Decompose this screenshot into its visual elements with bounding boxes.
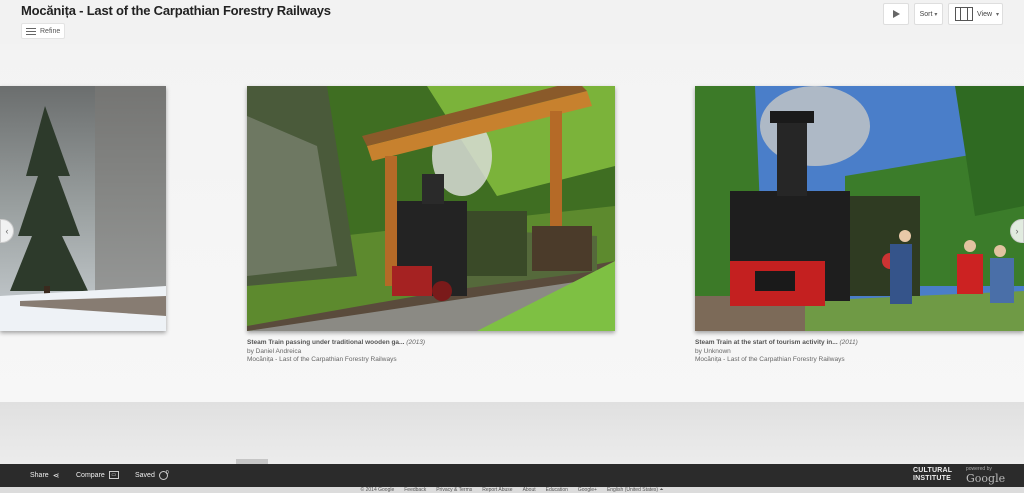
view-button[interactable]: View ▾: [948, 3, 1003, 25]
caption-title-line: Steam Train passing under traditional wo…: [247, 339, 425, 348]
artwork-collection[interactable]: Mocănița - Last of the Carpathian Forest…: [247, 356, 425, 365]
play-button[interactable]: [883, 3, 909, 25]
footer-link-about[interactable]: About: [523, 487, 536, 493]
artwork-year: (2013): [406, 339, 426, 346]
share-label: Share: [30, 472, 49, 479]
saved-count: 0: [165, 469, 169, 476]
logo-line2: INSTITUTE: [913, 475, 951, 482]
artwork-image-steam-train-tourists[interactable]: [695, 86, 1024, 331]
artwork-byline: by Daniel Andreica: [247, 347, 302, 355]
share-button[interactable]: Share ⋖: [30, 471, 59, 480]
saved-label: Saved: [135, 472, 155, 479]
timeline-area: [0, 402, 1024, 464]
sort-button[interactable]: Sort ▾: [914, 3, 943, 25]
cultural-institute-logo[interactable]: CULTURAL INSTITUTE: [913, 467, 952, 483]
footer-link-privacy[interactable]: Privacy & Terms: [436, 487, 472, 493]
compare-icon: ▭: [108, 471, 119, 479]
artwork-caption: Steam Train passing under traditional wo…: [247, 339, 425, 365]
artwork-image-steam-train-gate[interactable]: [247, 86, 615, 331]
header: Mocănița - Last of the Carpathian Forest…: [0, 0, 1024, 44]
page-title: Mocănița - Last of the Carpathian Forest…: [21, 3, 331, 18]
footer-language-select[interactable]: English (United States) ⏶: [607, 487, 664, 493]
compare-button[interactable]: Compare ▭: [76, 471, 119, 479]
refine-button[interactable]: Refine: [21, 23, 65, 39]
footer-copyright: © 2014 Google: [360, 487, 395, 493]
artwork-title[interactable]: Steam Train passing under traditional wo…: [247, 339, 404, 346]
artwork-caption: Steam Train at the start of tourism acti…: [695, 339, 858, 365]
artwork-year: (2011): [839, 339, 858, 346]
chevron-down-icon: ▾: [996, 11, 1000, 18]
refine-label: Refine: [40, 27, 61, 35]
view-mode-icon: [954, 7, 973, 21]
footer-link-feedback[interactable]: Feedback: [404, 487, 426, 493]
compare-label: Compare: [76, 471, 105, 479]
artwork-collection[interactable]: Mocănița - Last of the Carpathian Forest…: [695, 356, 858, 365]
sort-label: Sort: [919, 10, 933, 18]
view-label: View: [976, 10, 993, 18]
bottom-toolbar: Share ⋖ Compare ▭ Saved 0 CULTURAL INSTI…: [0, 464, 1024, 487]
share-icon: ⋖: [52, 471, 60, 480]
chevron-down-icon: ▾: [934, 11, 938, 18]
footer-link-report-abuse[interactable]: Report Abuse: [482, 487, 512, 493]
logo-line1: CULTURAL: [913, 467, 953, 474]
footer-link-google-plus[interactable]: Google+: [578, 487, 597, 493]
artwork-byline: by Unknown: [695, 347, 731, 355]
artwork-image-winter-forest[interactable]: [0, 86, 166, 331]
saved-button[interactable]: Saved 0: [135, 469, 169, 480]
footer: © 2014 Google Feedback Privacy & Terms R…: [0, 487, 1024, 493]
artwork-title[interactable]: Steam Train at the start of tourism acti…: [695, 339, 838, 346]
menu-icon: [26, 27, 36, 35]
chevron-right-icon: ›: [1015, 226, 1019, 236]
play-icon: [892, 10, 900, 18]
footer-link-education[interactable]: Education: [546, 487, 568, 493]
chevron-left-icon: ‹: [5, 226, 9, 236]
caption-title-line: Steam Train at the start of tourism acti…: [695, 339, 858, 348]
google-logo[interactable]: Google: [966, 472, 1005, 485]
